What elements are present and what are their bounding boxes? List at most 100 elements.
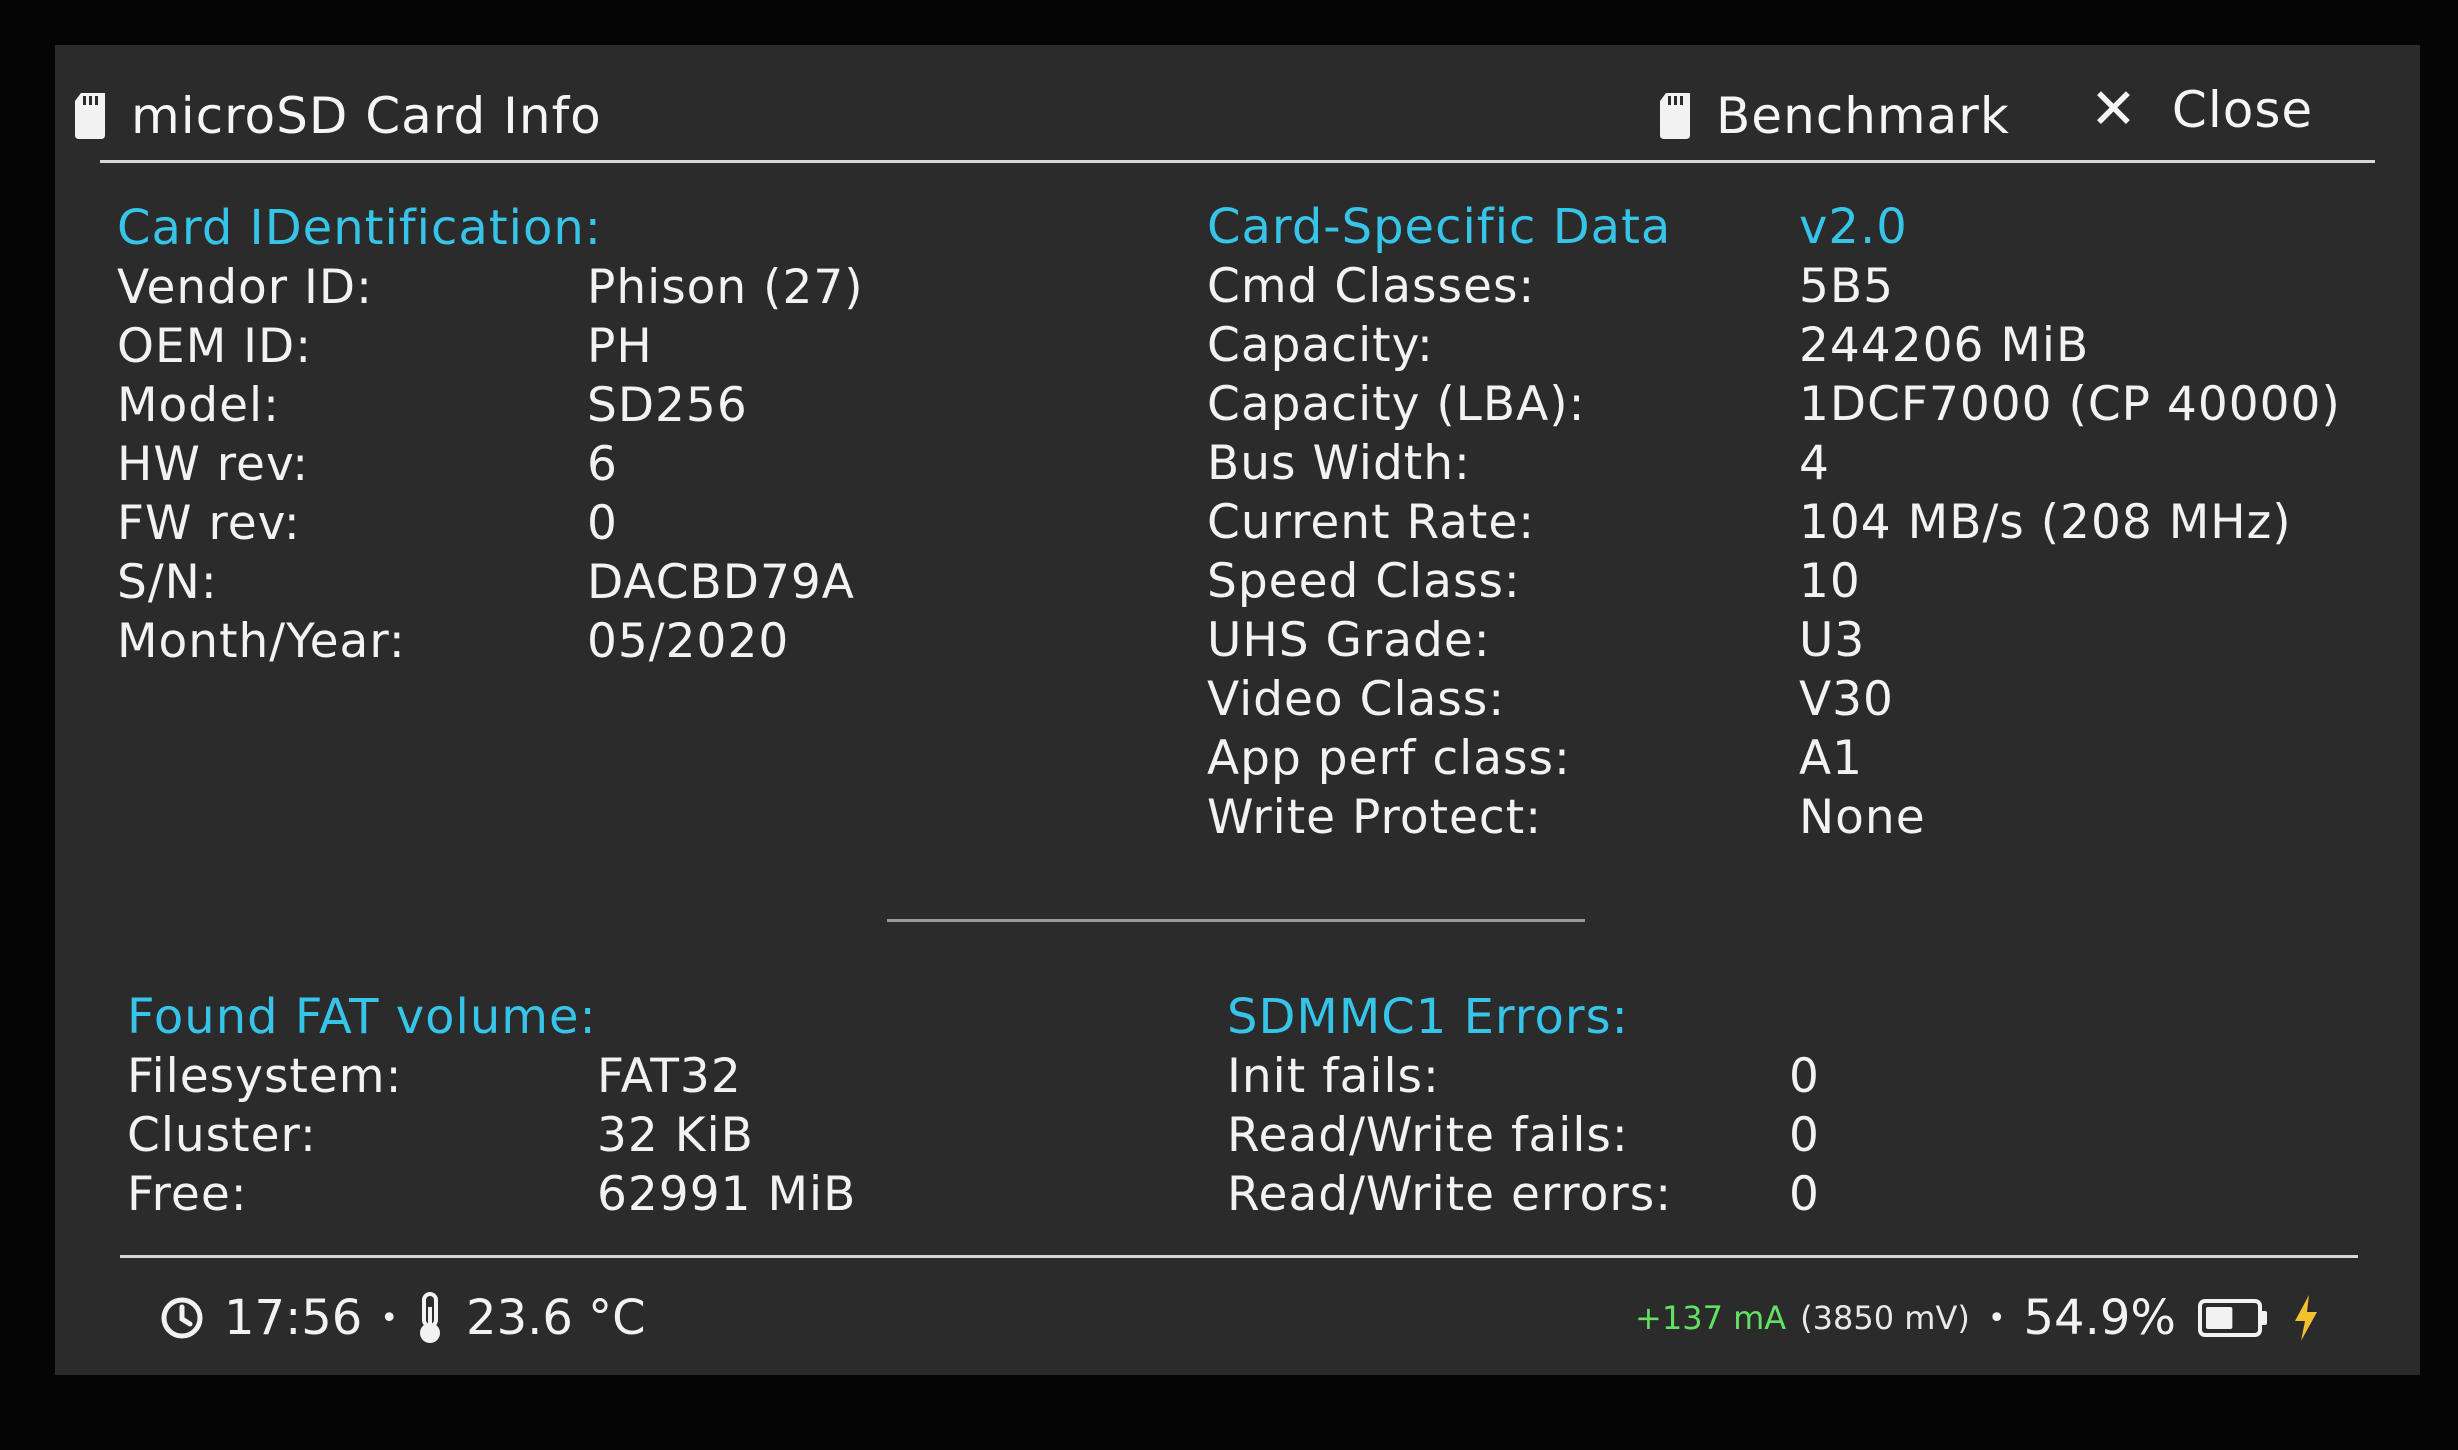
card-identification-section: Card IDentification: Vendor ID: Phison (2… bbox=[117, 198, 864, 671]
row-label: App perf class: bbox=[1207, 731, 1571, 786]
row-label: Cmd Classes: bbox=[1207, 259, 1536, 314]
row-value: V30 bbox=[1799, 672, 1894, 727]
row-value: SD256 bbox=[587, 378, 748, 433]
row-label: UHS Grade: bbox=[1207, 613, 1491, 668]
status-bar: 17:56 • 23.6 °C +137 mA (3850 mV) • 54.9… bbox=[55, 1283, 2420, 1353]
section-title: Card-Specific Data bbox=[1207, 199, 1672, 255]
temperature-reading: 23.6 °C bbox=[466, 1290, 646, 1346]
section-title: Found FAT volume: bbox=[127, 989, 597, 1045]
info-row: Read/Write errors: 0 bbox=[1227, 1165, 1820, 1224]
battery-percent: 54.9% bbox=[2023, 1290, 2176, 1346]
sd-card-icon bbox=[75, 93, 105, 139]
section-title-row: Card-Specific Data v2.0 bbox=[1207, 198, 2341, 257]
info-row: Capacity (LBA): 1DCF7000 (CP 40000) bbox=[1207, 375, 2341, 434]
info-row: Cmd Classes: 5B5 bbox=[1207, 257, 2341, 316]
separator-dot: • bbox=[1987, 1300, 2006, 1336]
row-value: 05/2020 bbox=[587, 614, 790, 669]
row-label: Filesystem: bbox=[127, 1049, 403, 1104]
battery-icon bbox=[2198, 1299, 2267, 1337]
row-label: Bus Width: bbox=[1207, 436, 1471, 491]
row-value: 0 bbox=[1789, 1108, 1820, 1163]
close-button[interactable]: ✕ Close bbox=[2090, 81, 2313, 139]
sdmmc-errors-section: SDMMC1 Errors: Init fails: 0 Read/Write f… bbox=[1227, 987, 1820, 1224]
info-row: Video Class: V30 bbox=[1207, 670, 2341, 729]
section-title: SDMMC1 Errors: bbox=[1227, 989, 1629, 1045]
info-row: S/N: DACBD79A bbox=[117, 553, 864, 612]
row-label: OEM ID: bbox=[117, 319, 313, 374]
info-row: Current Rate: 104 MB/s (208 MHz) bbox=[1207, 493, 2341, 552]
row-label: Current Rate: bbox=[1207, 495, 1536, 550]
row-label: Month/Year: bbox=[117, 614, 406, 669]
info-row: Free: 62991 MiB bbox=[127, 1165, 856, 1224]
status-left: 17:56 • 23.6 °C bbox=[160, 1283, 646, 1353]
sd-card-icon bbox=[1660, 93, 1690, 139]
clock-icon bbox=[161, 1297, 203, 1339]
row-label: Write Protect: bbox=[1207, 790, 1543, 845]
row-value: 1DCF7000 (CP 40000) bbox=[1799, 377, 2341, 432]
info-row: Bus Width: 4 bbox=[1207, 434, 2341, 493]
row-value: 4 bbox=[1799, 436, 1830, 491]
row-label: Cluster: bbox=[127, 1108, 317, 1163]
fat-volume-section: Found FAT volume: Filesystem: FAT32 Clust… bbox=[127, 987, 856, 1224]
row-value: 62991 MiB bbox=[597, 1167, 857, 1222]
row-label: Speed Class: bbox=[1207, 554, 1521, 609]
row-value: 32 KiB bbox=[597, 1108, 754, 1163]
info-row: HW rev: 6 bbox=[117, 435, 864, 494]
row-label: HW rev: bbox=[117, 437, 310, 492]
info-row: Write Protect: None bbox=[1207, 788, 2341, 847]
benchmark-label: Benchmark bbox=[1716, 87, 2010, 145]
info-row: Filesystem: FAT32 bbox=[127, 1047, 856, 1106]
info-row: UHS Grade: U3 bbox=[1207, 611, 2341, 670]
separator-dot: • bbox=[380, 1300, 399, 1336]
close-label: Close bbox=[2171, 81, 2314, 139]
header-divider bbox=[100, 160, 2375, 163]
hekate-sd-info-screen: microSD Card Info Benchmark ✕ Close Card… bbox=[55, 45, 2420, 1375]
clock-time: 17:56 bbox=[224, 1290, 363, 1346]
section-divider bbox=[887, 919, 1585, 922]
battery-current: +137 mA bbox=[1635, 1299, 1787, 1337]
close-icon: ✕ bbox=[2090, 77, 2138, 142]
benchmark-button[interactable]: Benchmark bbox=[1660, 87, 2010, 145]
info-row: FW rev: 0 bbox=[117, 494, 864, 553]
info-row: Speed Class: 10 bbox=[1207, 552, 2341, 611]
row-value: 5B5 bbox=[1799, 259, 1895, 314]
battery-fill bbox=[2206, 1307, 2233, 1329]
window-title: microSD Card Info bbox=[75, 87, 602, 145]
row-value: None bbox=[1799, 790, 1926, 845]
row-label: Capacity: bbox=[1207, 318, 1434, 373]
row-label: Init fails: bbox=[1227, 1049, 1440, 1104]
row-value: 10 bbox=[1799, 554, 1861, 609]
info-row: Init fails: 0 bbox=[1227, 1047, 1820, 1106]
info-row: Capacity: 244206 MiB bbox=[1207, 316, 2341, 375]
section-title: Card IDentification: bbox=[117, 200, 602, 256]
row-label: FW rev: bbox=[117, 496, 301, 551]
row-value: Phison (27) bbox=[587, 260, 864, 315]
row-label: Video Class: bbox=[1207, 672, 1506, 727]
row-value: 244206 MiB bbox=[1799, 318, 2090, 373]
thermometer-icon bbox=[420, 1292, 441, 1343]
info-row: Cluster: 32 KiB bbox=[127, 1106, 856, 1165]
battery-voltage: (3850 mV) bbox=[1800, 1299, 1970, 1337]
row-value: U3 bbox=[1799, 613, 1866, 668]
row-label: Capacity (LBA): bbox=[1207, 377, 1586, 432]
csd-version: v2.0 bbox=[1799, 199, 1908, 255]
row-value: 0 bbox=[587, 496, 618, 551]
row-label: Read/Write fails: bbox=[1227, 1108, 1629, 1163]
info-row: OEM ID: PH bbox=[117, 317, 864, 376]
row-value: PH bbox=[587, 319, 653, 374]
card-specific-data-section: Card-Specific Data v2.0 Cmd Classes: 5B5 … bbox=[1207, 198, 2341, 847]
window-title-text: microSD Card Info bbox=[131, 87, 602, 145]
row-label: Free: bbox=[127, 1167, 248, 1222]
row-label: Read/Write errors: bbox=[1227, 1167, 1673, 1222]
charging-bolt-icon bbox=[2295, 1295, 2317, 1341]
footer-divider bbox=[120, 1255, 2358, 1258]
info-row: Model: SD256 bbox=[117, 376, 864, 435]
status-right: +137 mA (3850 mV) • 54.9% bbox=[1635, 1283, 2320, 1353]
row-label: Model: bbox=[117, 378, 280, 433]
row-value: FAT32 bbox=[597, 1049, 742, 1104]
info-row: Vendor ID: Phison (27) bbox=[117, 258, 864, 317]
row-value: 0 bbox=[1789, 1167, 1820, 1222]
row-value: 0 bbox=[1789, 1049, 1820, 1104]
info-row: App perf class: A1 bbox=[1207, 729, 2341, 788]
info-row: Month/Year: 05/2020 bbox=[117, 612, 864, 671]
